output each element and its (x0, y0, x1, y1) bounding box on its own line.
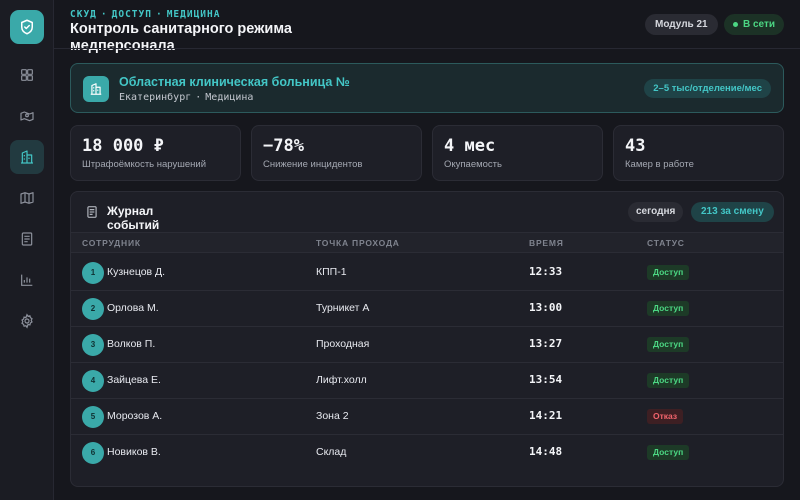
sidebar-item-analytics[interactable] (10, 263, 44, 297)
event-time: 12:33 (529, 265, 563, 278)
gear-icon (21, 313, 33, 329)
organization-sector: Медицина (205, 92, 254, 103)
status-badge: Доступ (647, 265, 690, 280)
employee-name: Морозов А. (107, 410, 163, 422)
map-icon (20, 192, 34, 204)
sidebar-item-settings[interactable] (10, 304, 44, 338)
column-header-time[interactable]: ВРЕМЯ (529, 238, 564, 248)
page-title: Контроль санитарного режима медперсонала (70, 21, 292, 54)
bar-chart-icon (21, 274, 33, 286)
event-time: 14:48 (529, 445, 563, 458)
avatar: 1 (82, 262, 104, 284)
breadcrumb-item[interactable]: ДОСТУП (112, 9, 152, 20)
table-row[interactable]: 3 Волков П. Проходная 13:27 Доступ (71, 327, 783, 363)
organization-city: Екатеринбург (119, 92, 192, 103)
table-row[interactable]: 6 Новиков В. Склад 14:48 Доступ (71, 435, 783, 471)
table-row[interactable]: 4 Зайцева Е. Лифт.холл 13:54 Доступ (71, 363, 783, 399)
stat-card-fines: 18 000 ₽ Штрафоёмкость нарушений (70, 125, 241, 181)
organization-card[interactable]: Областная клиническая больница № Екатери… (70, 63, 784, 113)
access-point: Лифт.холл (316, 374, 367, 386)
sidebar-item-documents[interactable] (10, 222, 44, 256)
table-header: СОТРУДНИК ТОЧКА ПРОХОДА ВРЕМЯ СТАТУС (71, 232, 783, 253)
hospital-building-icon (90, 83, 102, 95)
access-point: Склад (316, 446, 347, 458)
online-status-badge: В сети (724, 14, 785, 35)
access-point: КПП-1 (316, 266, 347, 278)
column-header-status[interactable]: СТАТУС (647, 238, 685, 248)
hospital-icon (21, 150, 33, 164)
event-time: 13:54 (529, 373, 563, 386)
table-row[interactable]: 1 Кузнецов Д. КПП-1 12:33 Доступ (71, 255, 783, 291)
avatar: 4 (82, 370, 104, 392)
stat-value: 4 мес (444, 136, 496, 156)
table-row[interactable]: 5 Морозов А. Зона 2 14:21 Отказ (71, 399, 783, 435)
status-badge: Отказ (647, 409, 684, 424)
document-icon (21, 232, 33, 246)
employee-name: Новиков В. (107, 446, 161, 458)
event-time: 13:00 (529, 301, 563, 314)
status-dot-icon (733, 22, 738, 27)
online-status-label: В сети (743, 19, 776, 30)
sidebar-item-dashboard[interactable] (10, 58, 44, 92)
filter-today-button[interactable]: сегодня (628, 202, 684, 222)
stat-value: −78% (263, 136, 304, 156)
employee-name: Зайцева Е. (107, 374, 161, 386)
sidebar-item-locations[interactable] (10, 99, 44, 133)
journal-icon (87, 206, 97, 218)
shield-check-icon (21, 19, 33, 35)
header-divider (54, 48, 800, 49)
stat-value: 43 (625, 136, 646, 156)
access-point: Проходная (316, 338, 370, 350)
employee-name: Волков П. (107, 338, 156, 350)
column-header-employee[interactable]: СОТРУДНИК (82, 238, 141, 248)
access-point: Турникет А (316, 302, 370, 314)
shift-count-badge: 213 за смену (691, 202, 774, 222)
sidebar-item-hospital[interactable] (10, 140, 44, 174)
events-title: Журнал событий (107, 204, 160, 232)
status-badge: Доступ (647, 301, 690, 316)
stat-label: Окупаемость (444, 159, 502, 170)
avatar: 6 (82, 442, 104, 464)
event-time: 13:27 (529, 337, 563, 350)
avatar: 5 (82, 406, 104, 428)
organization-icon-box (83, 76, 109, 102)
stat-label: Снижение инцидентов (263, 159, 363, 170)
access-point: Зона 2 (316, 410, 349, 422)
status-badge: Доступ (647, 337, 690, 352)
column-header-point[interactable]: ТОЧКА ПРОХОДА (316, 238, 400, 248)
sidebar (0, 0, 54, 500)
stat-card-incidents: −78% Снижение инцидентов (251, 125, 422, 181)
stat-value: 18 000 ₽ (82, 136, 164, 156)
employee-name: Кузнецов Д. (107, 266, 166, 278)
events-log-panel: Журнал событий сегодня 213 за смену СОТР… (70, 191, 784, 487)
avatar: 2 (82, 298, 104, 320)
stat-label: Камер в работе (625, 159, 694, 170)
breadcrumb-item[interactable]: СКУД (70, 9, 97, 20)
dashboard-icon (21, 69, 33, 81)
stat-card-payback: 4 мес Окупаемость (432, 125, 603, 181)
organization-meta: Екатеринбург · Медицина (119, 92, 254, 103)
avatar: 3 (82, 334, 104, 356)
breadcrumb: СКУД · ДОСТУП · МЕДИЦИНА (70, 9, 221, 20)
app-logo[interactable] (10, 10, 44, 44)
status-badge: Доступ (647, 373, 690, 388)
table-row[interactable]: 2 Орлова М. Турникет А 13:00 Доступ (71, 291, 783, 327)
event-time: 14:21 (529, 409, 563, 422)
organization-name: Областная клиническая больница № (119, 75, 350, 89)
pricing-rate-badge: 2–5 тыс/отделение/мес (644, 79, 771, 98)
module-badge: Модуль 21 (645, 14, 718, 35)
status-badge: Доступ (647, 445, 690, 460)
stat-card-cameras: 43 Камер в работе (613, 125, 784, 181)
employee-name: Орлова М. (107, 302, 159, 314)
map-pin-icon (20, 111, 34, 122)
stat-label: Штрафоёмкость нарушений (82, 159, 206, 170)
breadcrumb-item[interactable]: МЕДИЦИНА (167, 9, 221, 20)
sidebar-item-map[interactable] (10, 181, 44, 215)
